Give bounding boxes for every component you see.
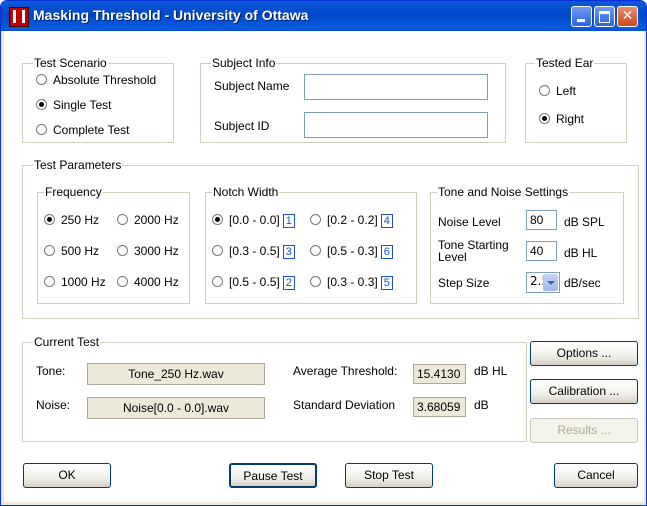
standard-deviation-value: 3.68059 <box>413 397 466 417</box>
notch-badge: 1 <box>282 214 295 228</box>
chevron-down-icon[interactable] <box>543 274 558 291</box>
test-scenario-title: Test Scenario <box>33 56 108 70</box>
radio-indicator <box>44 276 55 287</box>
average-threshold-label: Average Threshold: <box>293 364 398 378</box>
notch-badge: 3 <box>282 245 295 259</box>
close-icon: ✕ <box>621 8 634 24</box>
test-parameters-title: Test Parameters <box>33 158 123 172</box>
subject-id-label: Subject ID <box>214 119 270 133</box>
pause-test-button[interactable]: Pause Test <box>229 463 317 488</box>
step-size-select[interactable]: 2.5 <box>526 272 560 293</box>
subject-info-group: Subject Info Subject Name Subject ID <box>200 56 506 143</box>
radio-indicator <box>44 245 55 256</box>
standard-deviation-unit: dB <box>474 398 489 412</box>
subject-name-label: Subject Name <box>214 79 290 93</box>
radio-indicator <box>539 85 550 96</box>
app-logo-icon <box>9 7 29 27</box>
title-bar[interactable]: Masking Threshold - University of Ottawa… <box>1 1 646 31</box>
notch-badge: 6 <box>380 245 393 259</box>
frequency-title: Frequency <box>44 185 103 199</box>
notch-badge: 5 <box>380 276 393 290</box>
radio-indicator <box>310 276 321 287</box>
standard-deviation-label: Standard Deviation <box>293 398 396 412</box>
tone-starting-level-label: Tone Starting Level <box>438 238 509 264</box>
noise-level-input[interactable]: 80 <box>526 210 557 230</box>
radio-indicator <box>36 74 47 85</box>
subject-id-input[interactable] <box>304 112 488 138</box>
radio-indicator <box>117 214 128 225</box>
calibration-button[interactable]: Calibration ... <box>530 379 638 404</box>
tone-label: Tone: <box>36 364 66 378</box>
radio-indicator <box>44 214 55 225</box>
window-title: Masking Threshold - University of Ottawa <box>33 7 309 23</box>
test-scenario-group: Test Scenario Absolute Threshold Single … <box>22 56 174 143</box>
radio-indicator <box>117 276 128 287</box>
close-button[interactable]: ✕ <box>617 6 638 27</box>
dialog-body: Test Scenario Absolute Threshold Single … <box>4 31 644 502</box>
noise-file-display: Noise[0.0 - 0.0].wav <box>87 397 265 419</box>
radio-indicator <box>212 276 223 287</box>
step-size-label: Step Size <box>438 276 490 290</box>
tone-starting-level-input[interactable]: 40 <box>526 241 557 261</box>
tested-ear-title: Tested Ear <box>535 56 595 70</box>
cancel-button[interactable]: Cancel <box>554 463 638 488</box>
minimize-button[interactable] <box>571 6 592 27</box>
results-button[interactable]: Results ... <box>530 418 638 443</box>
tone-file-display: Tone_250 Hz.wav <box>87 363 265 385</box>
average-threshold-value: 15.4130 <box>413 364 466 384</box>
radio-indicator <box>212 245 223 256</box>
options-button[interactable]: Options ... <box>530 341 638 366</box>
notch-badge: 2 <box>282 276 295 290</box>
current-test-title: Current Test <box>33 335 101 349</box>
tone-starting-level-unit: dB HL <box>564 246 598 260</box>
noise-label: Noise: <box>36 398 71 412</box>
tone-noise-settings-title: Tone and Noise Settings <box>437 185 570 199</box>
stop-test-button[interactable]: Stop Test <box>345 463 433 488</box>
test-parameters-group: Test Parameters Frequency 250 Hz 2000 Hz… <box>22 158 639 319</box>
radio-indicator <box>539 113 550 124</box>
notch-badge: 4 <box>380 214 393 228</box>
ok-button[interactable]: OK <box>23 463 111 488</box>
notch-width-title: Notch Width <box>212 185 280 199</box>
noise-level-unit: dB SPL <box>564 215 605 229</box>
tone-noise-settings-group: Tone and Noise Settings Noise Level 80 d… <box>430 185 624 304</box>
subject-name-input[interactable] <box>304 74 488 100</box>
radio-indicator <box>212 214 223 225</box>
app-window: Masking Threshold - University of Ottawa… <box>0 0 647 506</box>
frequency-group: Frequency 250 Hz 2000 Hz 500 Hz 3000 Hz … <box>37 185 190 304</box>
noise-level-label: Noise Level <box>438 215 501 229</box>
step-size-unit: dB/sec <box>564 276 601 290</box>
subject-info-title: Subject Info <box>211 56 277 70</box>
radio-indicator <box>310 245 321 256</box>
radio-indicator <box>36 99 47 110</box>
tested-ear-group: Tested Ear Left Right <box>525 56 627 143</box>
radio-indicator <box>117 245 128 256</box>
maximize-button[interactable] <box>594 6 615 27</box>
radio-indicator <box>310 214 321 225</box>
notch-width-group: Notch Width [0.0 - 0.0] 1 [0.2 - 0.2] 4 [0… <box>205 185 417 304</box>
current-test-group: Current Test Tone: Tone_250 Hz.wav Noise… <box>22 335 527 442</box>
average-threshold-unit: dB HL <box>474 364 508 378</box>
radio-indicator <box>36 124 47 135</box>
